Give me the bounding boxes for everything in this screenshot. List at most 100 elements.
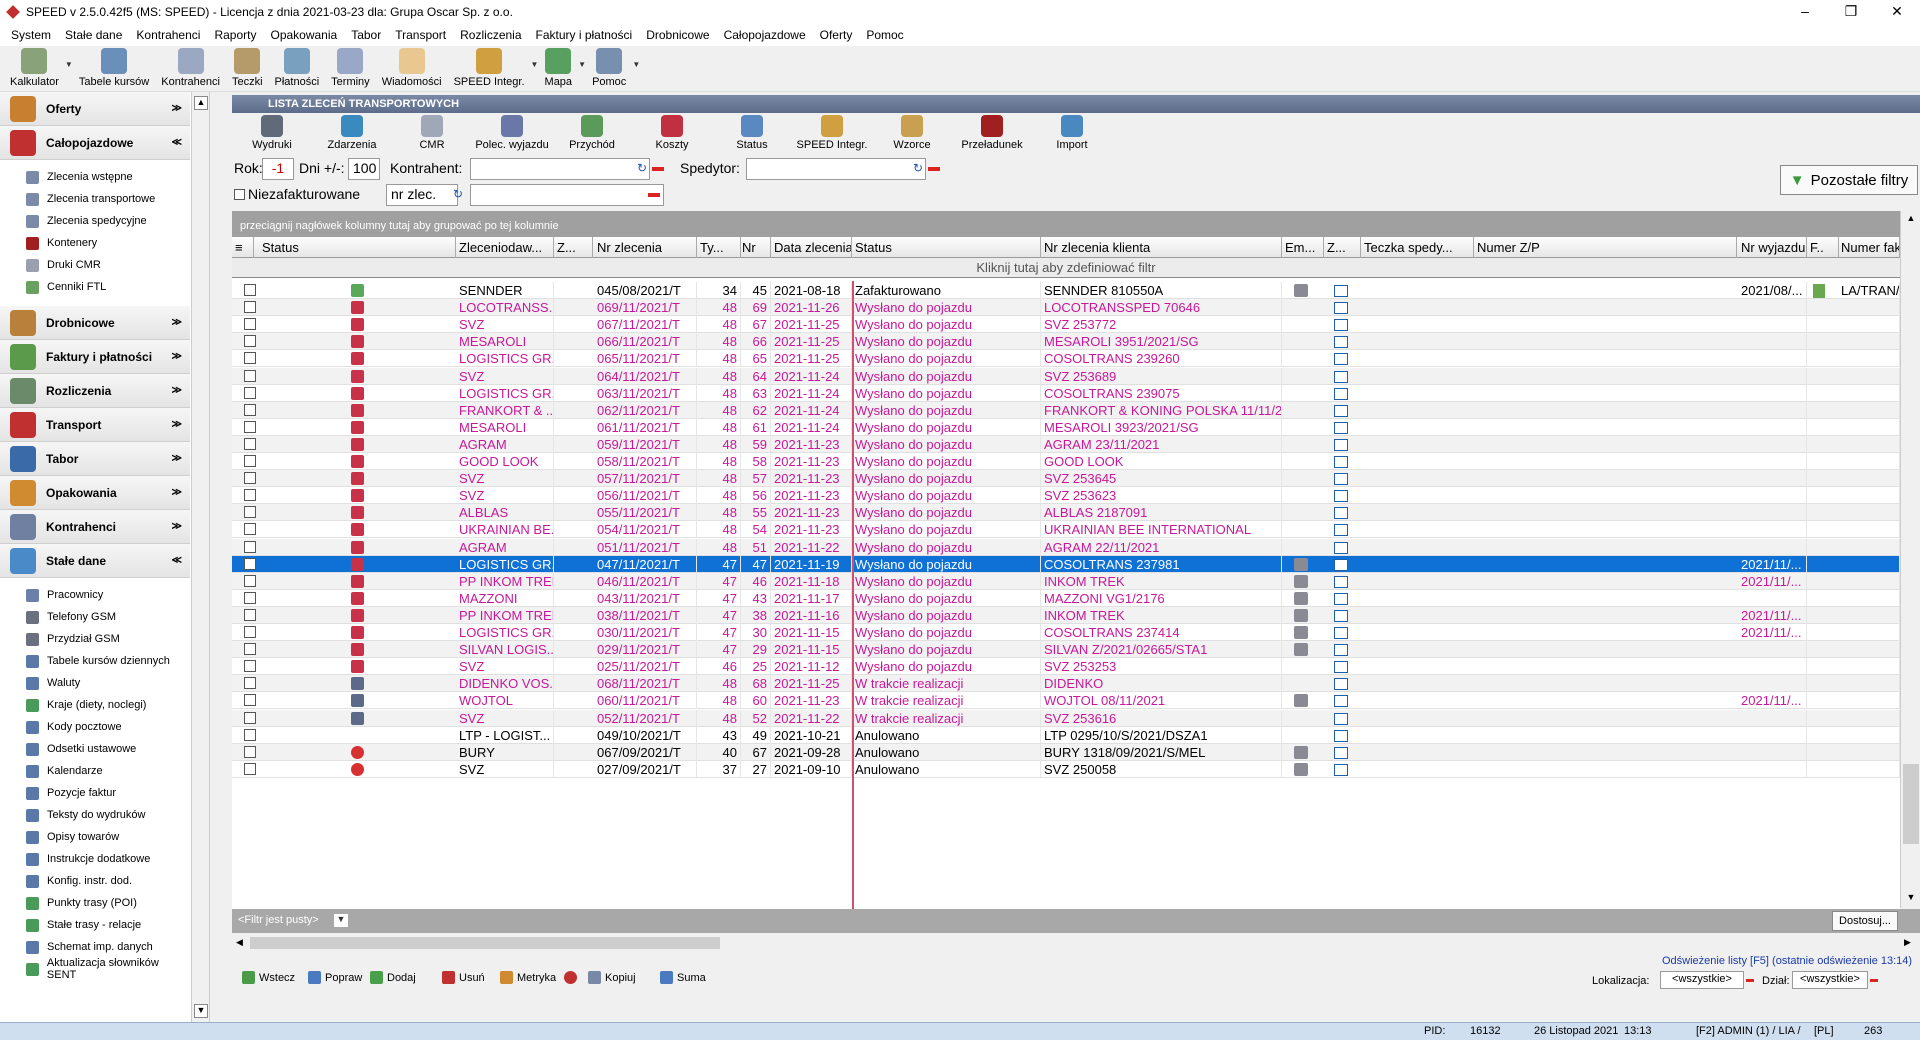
document-icon[interactable]: [1334, 285, 1348, 297]
menu-1[interactable]: Stałe dane: [58, 28, 129, 42]
grid-horizontal-scrollbar[interactable]: ◀ ▶: [232, 933, 1920, 953]
email-icon[interactable]: [1294, 608, 1308, 622]
table-row[interactable]: PP INKOM TREK 046/11/2021/T 47 46 2021-11-18…: [232, 572, 1900, 590]
table-row[interactable]: AGRAM 059/11/2021/T 48 59 2021-11-23 Wysłano …: [232, 435, 1900, 453]
document-icon[interactable]: [1334, 404, 1348, 417]
row-checkbox[interactable]: [244, 557, 256, 570]
table-row[interactable]: WOJTOL 060/11/2021/T 48 60 2021-11-23 W trakc…: [232, 692, 1900, 710]
table-row[interactable]: UKRAINIAN BE... 054/11/2021/T 48 54 2021-11-…: [232, 521, 1900, 539]
column-header-4[interactable]: Ty...: [697, 237, 741, 258]
chevron-icon[interactable]: ≫: [172, 521, 182, 532]
spedytor-input[interactable]: [746, 158, 926, 180]
sidebar-item[interactable]: Pracownicy: [0, 584, 190, 606]
scroll-down-icon[interactable]: ▼: [1903, 892, 1919, 906]
table-row[interactable]: SVZ 056/11/2021/T 48 56 2021-11-23 Wysłano do…: [232, 487, 1900, 505]
sidebar-group[interactable]: Opakowania ≫: [0, 476, 190, 510]
table-row[interactable]: MESAROLI 061/11/2021/T 48 61 2021-11-24 Wysła…: [232, 418, 1900, 436]
row-checkbox[interactable]: [244, 626, 256, 638]
row-checkbox[interactable]: [244, 284, 256, 296]
table-row[interactable]: MESAROLI 066/11/2021/T 48 66 2021-11-25 Wysła…: [232, 333, 1900, 351]
menu-4[interactable]: Opakowania: [263, 28, 344, 42]
document-icon[interactable]: [1334, 609, 1348, 622]
row-checkbox[interactable]: [244, 506, 256, 519]
document-icon[interactable]: [1334, 302, 1348, 315]
dropdown-arrow-icon[interactable]: ▼: [65, 46, 73, 69]
table-row[interactable]: GOOD LOOK 058/11/2021/T 48 58 2021-11-23 Wysł…: [232, 453, 1900, 470]
row-checkbox[interactable]: [244, 420, 256, 433]
dzial-clear-icon[interactable]: [1870, 979, 1878, 982]
sidebar-item[interactable]: Odsetki ustawowe: [0, 738, 190, 760]
bottom-button-6[interactable]: Kopiuj: [588, 971, 636, 984]
column-header-11[interactable]: Teczka spedy...: [1361, 237, 1474, 258]
column-header-0[interactable]: Status: [259, 237, 456, 258]
grid-vertical-scrollbar[interactable]: ▲ ▼: [1900, 211, 1920, 908]
sidebar-item[interactable]: Instrukcje dodatkowe: [0, 848, 190, 870]
niezafakturowane-checkbox[interactable]: [234, 189, 245, 200]
scroll-up-icon[interactable]: ▲: [1903, 213, 1919, 227]
row-checkbox[interactable]: [244, 352, 256, 365]
column-header-9[interactable]: Em...: [1282, 237, 1324, 258]
email-icon[interactable]: [1294, 574, 1308, 588]
table-row[interactable]: LOGISTICS GR... 047/11/2021/T 47 47 2021-11-…: [232, 555, 1900, 573]
toolbar-button-4[interactable]: Płatności: [269, 46, 326, 88]
table-row[interactable]: LOGISTICS GR... 065/11/2021/T 48 65 2021-11-…: [232, 350, 1900, 368]
row-checkbox[interactable]: [244, 745, 256, 758]
header-selector[interactable]: ≡: [232, 237, 254, 258]
nr-zlec-lookup-icon[interactable]: ↻: [450, 187, 466, 203]
sidebar-item[interactable]: Przydział GSM: [0, 628, 190, 650]
column-header-15[interactable]: Numer fak: [1838, 237, 1900, 258]
email-icon[interactable]: [1294, 557, 1308, 571]
panel-button-9[interactable]: Przeładunek: [952, 113, 1032, 151]
hscroll-thumb[interactable]: [250, 937, 720, 949]
define-filter-row[interactable]: Kliknij tutaj aby zdefiniować filtr: [232, 258, 1900, 278]
chevron-icon[interactable]: ≫: [172, 351, 182, 362]
table-row[interactable]: MAZZONI 043/11/2021/T 47 43 2021-11-17 Wysłan…: [232, 589, 1900, 607]
chevron-icon[interactable]: ≫: [172, 385, 182, 396]
sidebar-item[interactable]: Kontenery: [0, 232, 190, 254]
menu-8[interactable]: Faktury i płatności: [529, 28, 640, 42]
bottom-button-2[interactable]: Dodaj: [370, 971, 416, 984]
sidebar-item[interactable]: Zlecenia transportowe: [0, 188, 190, 210]
row-checkbox[interactable]: [244, 369, 256, 382]
document-icon[interactable]: [1334, 524, 1348, 537]
row-checkbox[interactable]: [244, 437, 256, 450]
dzial-select[interactable]: <wszystkie>: [1792, 971, 1868, 989]
document-icon[interactable]: [1334, 438, 1348, 451]
scroll-down-icon[interactable]: ▼: [194, 1004, 208, 1018]
document-icon[interactable]: [1334, 746, 1348, 759]
table-row[interactable]: SVZ 027/09/2021/T 37 27 2021-09-10 Anulowano S…: [232, 760, 1900, 778]
chevron-icon[interactable]: ≫: [172, 317, 182, 328]
email-icon[interactable]: [1294, 762, 1308, 776]
sidebar-item[interactable]: Konfig. instr. dod.: [0, 870, 190, 892]
menu-0[interactable]: System: [4, 28, 58, 42]
sidebar-item[interactable]: Druki CMR: [0, 254, 190, 276]
sidebar-item[interactable]: Kraje (diety, noclegi): [0, 694, 190, 716]
restore-button[interactable]: ❐: [1828, 0, 1874, 24]
sidebar-item[interactable]: Schemat imp. danych: [0, 936, 190, 958]
menu-5[interactable]: Tabor: [344, 28, 388, 42]
column-header-6[interactable]: Data zlecenia: [771, 237, 852, 258]
panel-button-8[interactable]: Wzorce: [872, 113, 952, 151]
chevron-icon[interactable]: ≫: [172, 487, 182, 498]
table-row[interactable]: SENNDER 045/08/2021/T 34 45 2021-08-18 Zafakt…: [232, 282, 1900, 299]
column-header-13[interactable]: Nr wyjazdu: [1738, 237, 1807, 258]
panel-button-10[interactable]: Import: [1032, 113, 1112, 151]
row-checkbox[interactable]: [244, 762, 256, 775]
document-icon[interactable]: [1334, 678, 1348, 691]
document-icon[interactable]: [1334, 558, 1348, 571]
menu-12[interactable]: Pomoc: [859, 28, 910, 42]
table-row[interactable]: LTP - LOGIST... 049/10/2021/T 43 49 2021-10-…: [232, 726, 1900, 744]
toolbar-button-5[interactable]: Terminy: [325, 46, 376, 88]
rok-input[interactable]: -1: [262, 158, 294, 180]
nr-zlec-input[interactable]: [470, 184, 664, 206]
sidebar-group[interactable]: Faktury i płatności ≫: [0, 340, 190, 374]
kontrahent-input[interactable]: [470, 158, 650, 180]
row-checkbox[interactable]: [244, 694, 256, 707]
sidebar-item[interactable]: Zlecenia wstępne: [0, 166, 190, 188]
chevron-icon[interactable]: ≫: [172, 453, 182, 464]
sidebar-scrollbar[interactable]: ▲ ▼: [191, 92, 209, 1022]
sidebar-item[interactable]: Telefony GSM: [0, 606, 190, 628]
row-checkbox[interactable]: [244, 472, 256, 485]
sidebar-group[interactable]: Transport ≫: [0, 408, 190, 442]
sidebar-item[interactable]: Cenniki FTL: [0, 276, 190, 298]
